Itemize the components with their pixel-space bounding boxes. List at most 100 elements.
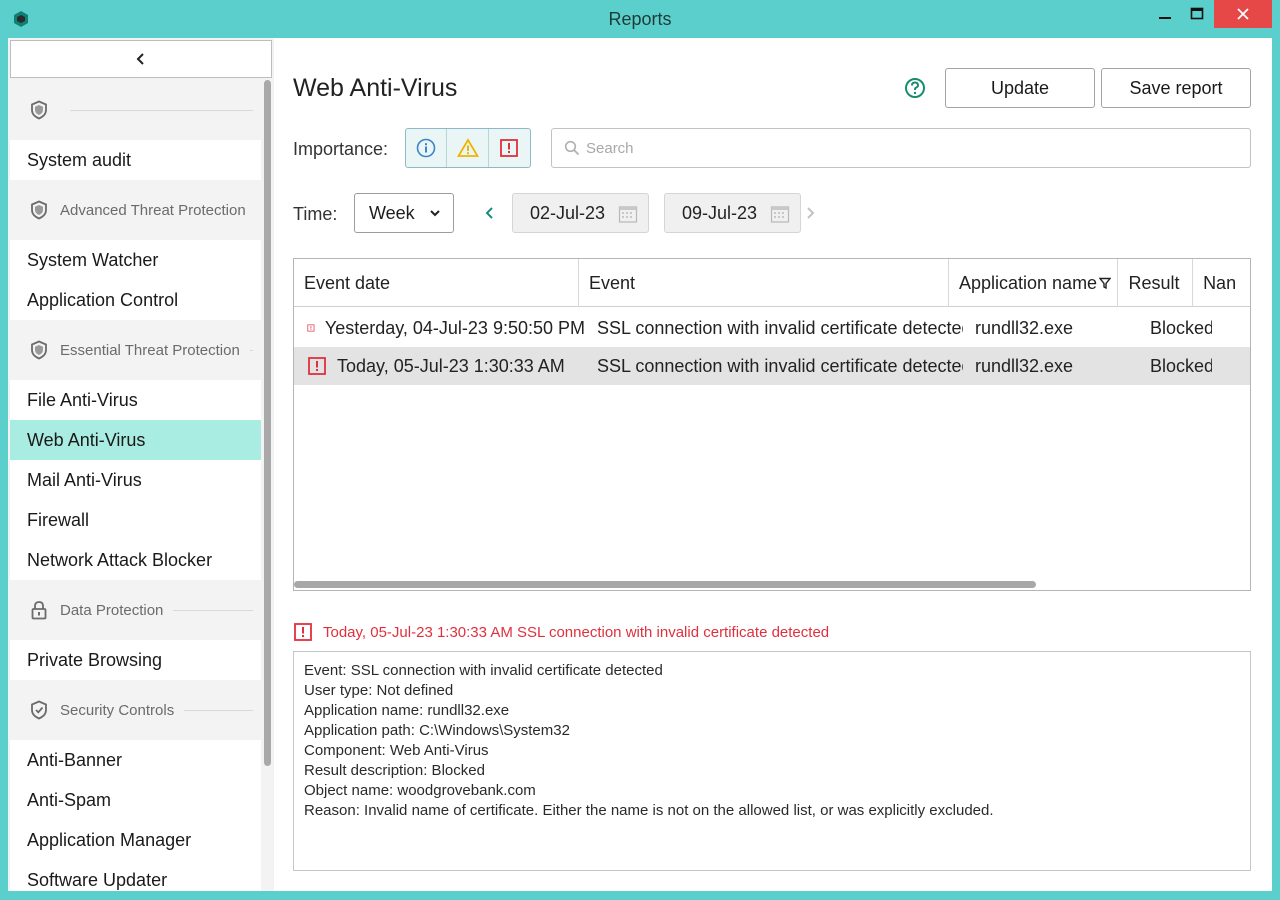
- sidebar-item-system-audit[interactable]: System audit: [10, 140, 261, 180]
- date-to-value: 09-Jul-23: [682, 202, 758, 223]
- help-icon[interactable]: [904, 77, 926, 99]
- sidebar-item-private-browsing[interactable]: Private Browsing: [10, 640, 261, 680]
- event-date-cell: Today, 05-Jul-23 1:30:33 AM: [294, 347, 585, 385]
- maximize-button[interactable]: [1182, 0, 1212, 28]
- section-divider: [184, 709, 253, 711]
- section-divider: [173, 609, 253, 611]
- sidebar-item-application-manager[interactable]: Application Manager: [10, 820, 261, 860]
- detail-line: Object name: woodgrovebank.com: [304, 782, 536, 799]
- sidebar-scrollbar[interactable]: [264, 80, 271, 766]
- sidebar-item-label: Application Control: [27, 289, 179, 310]
- detail-heading-text: Today, 05-Jul-23 1:30:33 AM SSL connecti…: [323, 623, 830, 641]
- column-name[interactable]: Nan: [1193, 259, 1250, 307]
- date-to-field[interactable]: 09-Jul-23: [664, 193, 801, 233]
- event-date: Yesterday, 04-Jul-23 9:50:50 PM: [324, 317, 585, 338]
- filter-info-button[interactable]: [406, 129, 448, 167]
- column-application-name[interactable]: Application name: [949, 259, 1119, 307]
- sidebar-item-label: Anti-Spam: [27, 789, 112, 810]
- date-from-field[interactable]: 02-Jul-23: [512, 193, 649, 233]
- table-header: Event date Event Application name Result…: [294, 259, 1250, 307]
- chevron-left-icon: [485, 207, 493, 219]
- sidebar-section-label: Advanced Threat Protection: [60, 201, 246, 219]
- sidebar-item-label: Software Updater: [27, 869, 168, 890]
- sidebar-item-system-watcher[interactable]: System Watcher: [10, 240, 261, 280]
- table-row[interactable]: Today, 05-Jul-23 1:30:33 AM SSL connecti…: [294, 347, 1250, 385]
- sidebar-item-label: System audit: [27, 149, 132, 170]
- app-window: System audit Advanced Threat Protection Sy…: [8, 38, 1272, 891]
- search-input[interactable]: [586, 139, 1186, 157]
- shield-icon: [30, 340, 48, 360]
- event-cell: SSL connection with invalid certificate …: [597, 355, 963, 376]
- filter-icon[interactable]: [1099, 277, 1112, 289]
- calendar-icon[interactable]: [770, 204, 790, 224]
- sidebar-section-data-protection: Data Protection: [10, 580, 261, 640]
- sidebar-item-application-control[interactable]: Application Control: [10, 280, 261, 320]
- column-event[interactable]: Event: [579, 259, 949, 307]
- sidebar-section-label: Essential Threat Protection: [60, 341, 240, 359]
- section-divider: [70, 109, 253, 111]
- event-date: Today, 05-Jul-23 1:30:33 AM: [337, 355, 565, 376]
- critical-icon: [500, 139, 519, 157]
- save-report-button[interactable]: Save report: [1101, 68, 1251, 108]
- table-horizontal-scrollbar[interactable]: [294, 581, 1036, 588]
- shield-icon: [30, 100, 48, 120]
- filter-critical-button[interactable]: [489, 129, 530, 167]
- critical-icon: [294, 623, 312, 641]
- events-table: Event date Event Application name Result…: [293, 258, 1251, 591]
- time-label: Time:: [293, 204, 338, 224]
- chevron-left-icon: [136, 53, 144, 65]
- table-row[interactable]: Yesterday, 04-Jul-23 9:50:50 PM SSL conn…: [294, 309, 1250, 347]
- detail-line: Application name: rundll32.exe: [304, 702, 510, 719]
- sidebar-item-label: Network Attack Blocker: [27, 549, 213, 570]
- sidebar-section-advanced-threat-protection: Advanced Threat Protection: [10, 180, 261, 240]
- event-date-cell: Yesterday, 04-Jul-23 9:50:50 PM: [294, 309, 585, 347]
- period-value: Week: [369, 202, 415, 223]
- sidebar-nav: System audit Advanced Threat Protection Sy…: [10, 80, 261, 891]
- search-icon: [564, 140, 580, 156]
- detail-line: Application path: C:\Windows\System32: [304, 722, 570, 739]
- sidebar: System audit Advanced Threat Protection Sy…: [8, 38, 274, 891]
- sidebar-section-essential-threat-protection: Essential Threat Protection: [10, 320, 261, 380]
- column-event-date[interactable]: Event date: [294, 259, 579, 307]
- column-result[interactable]: Result: [1118, 259, 1194, 307]
- minimize-button[interactable]: [1150, 0, 1180, 28]
- critical-icon: [307, 324, 315, 332]
- sidebar-section-security-controls: Security Controls: [10, 680, 261, 740]
- search-box: [551, 128, 1251, 168]
- detail-line: Component: Web Anti-Virus: [304, 742, 489, 759]
- detail-line: Result description: Blocked: [304, 762, 485, 779]
- close-button[interactable]: [1214, 0, 1272, 28]
- sidebar-item-anti-spam[interactable]: Anti-Spam: [10, 780, 261, 820]
- lock-icon: [30, 600, 48, 620]
- sidebar-item-network-attack-blocker[interactable]: Network Attack Blocker: [10, 540, 261, 580]
- detail-line: Event: SSL connection with invalid certi…: [304, 662, 663, 679]
- sidebar-item-file-anti-virus[interactable]: File Anti-Virus: [10, 380, 261, 420]
- update-button[interactable]: Update: [945, 68, 1095, 108]
- sidebar-item-software-updater[interactable]: Software Updater: [10, 860, 261, 891]
- sidebar-item-anti-banner[interactable]: Anti-Banner: [10, 740, 261, 780]
- event-cell: SSL connection with invalid certificate …: [597, 317, 963, 338]
- collapse-sidebar-button[interactable]: [10, 40, 272, 78]
- sidebar-item-web-anti-virus[interactable]: Web Anti-Virus: [10, 420, 261, 460]
- title-bar: Reports: [0, 0, 1280, 38]
- sidebar-item-firewall[interactable]: Firewall: [10, 500, 261, 540]
- calendar-icon[interactable]: [618, 204, 638, 224]
- next-period-button[interactable]: [804, 204, 816, 225]
- sidebar-item-label: System Watcher: [27, 249, 159, 270]
- sidebar-item-label: Firewall: [27, 509, 90, 530]
- sidebar-item-label: Anti-Banner: [27, 749, 123, 770]
- minimize-icon: [1159, 17, 1171, 19]
- sidebar-item-label: Application Manager: [27, 829, 192, 850]
- sidebar-item-mail-anti-virus[interactable]: Mail Anti-Virus: [10, 460, 261, 500]
- chevron-down-icon: [430, 210, 440, 217]
- shield-icon: [30, 200, 48, 220]
- detail-line: Reason: Invalid name of certificate. Eit…: [304, 802, 994, 819]
- event-details[interactable]: Event: SSL connection with invalid certi…: [293, 651, 1251, 871]
- close-icon: [1237, 8, 1249, 20]
- sidebar-section-top: [10, 80, 261, 140]
- period-select[interactable]: Week: [354, 193, 454, 233]
- warning-icon: [456, 138, 479, 157]
- chevron-right-icon: [807, 207, 815, 219]
- previous-period-button[interactable]: [484, 204, 496, 225]
- filter-warning-button[interactable]: [447, 129, 489, 167]
